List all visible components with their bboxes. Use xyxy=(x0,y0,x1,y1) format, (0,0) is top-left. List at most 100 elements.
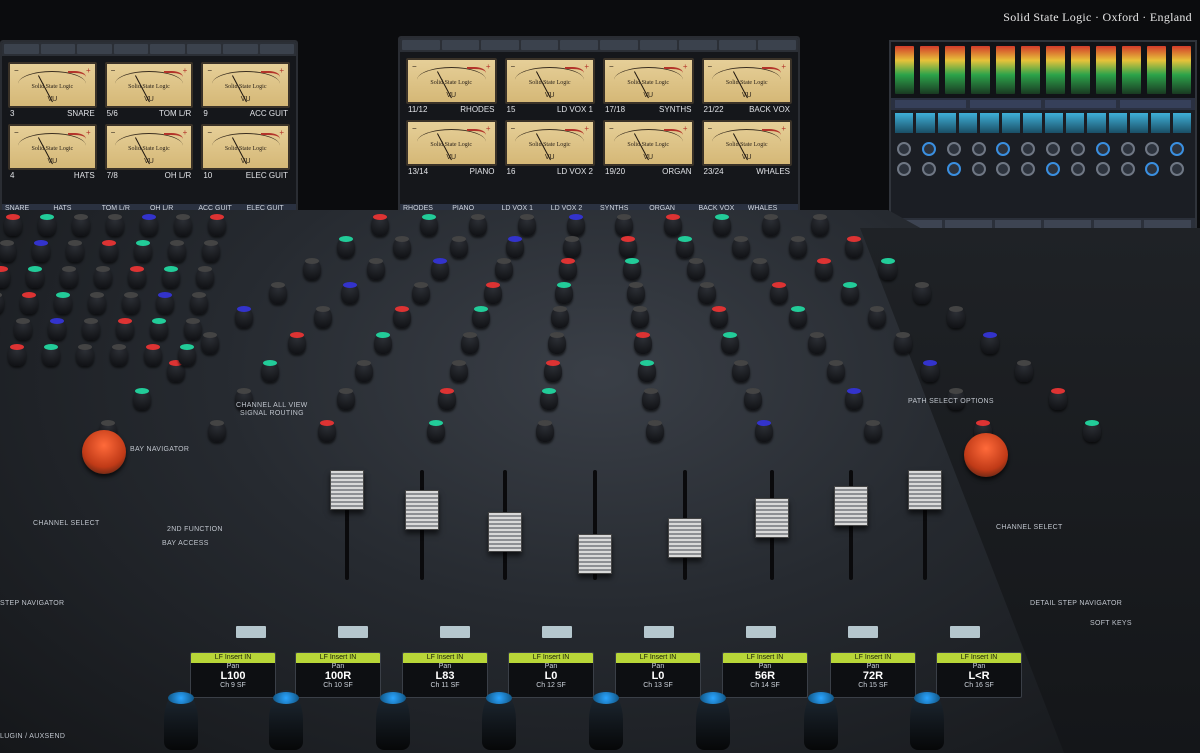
channel-knob[interactable] xyxy=(626,282,645,304)
channel-knob[interactable] xyxy=(336,388,355,410)
channel-fader[interactable] xyxy=(755,498,789,538)
channel-knob[interactable] xyxy=(133,388,151,410)
channel-knob[interactable] xyxy=(449,236,468,258)
channel-knob[interactable] xyxy=(76,344,94,366)
channel-knob[interactable] xyxy=(788,236,807,258)
channel-knob[interactable] xyxy=(82,318,100,340)
channel-knob[interactable] xyxy=(156,292,174,314)
channel-knob[interactable] xyxy=(845,236,863,258)
channel-knob[interactable] xyxy=(150,318,168,340)
channel-fader[interactable] xyxy=(330,470,364,510)
channel-knob[interactable] xyxy=(20,292,38,314)
channel-button[interactable] xyxy=(644,626,674,638)
channel-knob[interactable] xyxy=(845,388,864,410)
channel-knob[interactable] xyxy=(32,240,50,262)
channel-knob[interactable] xyxy=(427,420,445,442)
channel-knob[interactable] xyxy=(630,306,649,328)
channel-knob[interactable] xyxy=(721,332,739,354)
channel-knob[interactable] xyxy=(8,344,26,366)
channel-knob[interactable] xyxy=(184,318,202,340)
channel-knob[interactable] xyxy=(755,420,773,442)
channel-knob[interactable] xyxy=(920,360,939,382)
channel-knob[interactable] xyxy=(543,360,562,382)
channel-button[interactable] xyxy=(338,626,368,638)
channel-knob[interactable] xyxy=(751,258,769,280)
channel-knob[interactable] xyxy=(540,388,559,410)
channel-button[interactable] xyxy=(542,626,572,638)
channel-knob[interactable] xyxy=(638,360,657,382)
channel-knob[interactable] xyxy=(371,214,389,236)
channel-knob[interactable] xyxy=(4,214,22,236)
channel-knob[interactable] xyxy=(202,240,220,262)
channel-knob[interactable] xyxy=(879,258,897,280)
channel-knob[interactable] xyxy=(196,266,214,288)
channel-knob[interactable] xyxy=(168,240,186,262)
channel-knob[interactable] xyxy=(547,332,566,354)
channel-knob[interactable] xyxy=(619,236,638,258)
channel-knob[interactable] xyxy=(14,318,32,340)
channel-knob[interactable] xyxy=(867,306,886,328)
channel-fader[interactable] xyxy=(405,490,439,530)
channel-knob[interactable] xyxy=(559,258,577,280)
channel-knob[interactable] xyxy=(826,360,845,382)
channel-knob[interactable] xyxy=(1015,360,1033,382)
channel-knob[interactable] xyxy=(645,420,664,442)
channel-knob[interactable] xyxy=(623,258,641,280)
channel-knob[interactable] xyxy=(864,420,883,442)
channel-knob[interactable] xyxy=(412,282,431,304)
channel-knob[interactable] xyxy=(732,236,751,258)
channel-knob[interactable] xyxy=(894,332,913,354)
channel-knob[interactable] xyxy=(314,306,333,328)
channel-knob[interactable] xyxy=(675,236,694,258)
channel-knob[interactable] xyxy=(709,306,728,328)
channel-knob[interactable] xyxy=(38,214,56,236)
channel-knob[interactable] xyxy=(269,282,287,304)
channel-knob[interactable] xyxy=(788,306,807,328)
channel-fader[interactable] xyxy=(834,486,868,526)
channel-knob[interactable] xyxy=(1083,420,1101,442)
pan-encoder-knob[interactable] xyxy=(804,690,838,750)
channel-knob[interactable] xyxy=(472,306,491,328)
channel-knob[interactable] xyxy=(303,258,321,280)
channel-knob[interactable] xyxy=(134,240,152,262)
channel-knob[interactable] xyxy=(0,240,16,262)
pan-encoder-knob[interactable] xyxy=(589,690,623,750)
channel-knob[interactable] xyxy=(555,282,574,304)
channel-knob[interactable] xyxy=(190,292,208,314)
channel-knob[interactable] xyxy=(815,258,833,280)
channel-knob[interactable] xyxy=(981,332,999,354)
channel-knob[interactable] xyxy=(337,236,355,258)
channel-knob[interactable] xyxy=(687,258,705,280)
pan-encoder-knob[interactable] xyxy=(269,690,303,750)
channel-knob[interactable] xyxy=(100,240,118,262)
channel-knob[interactable] xyxy=(517,214,536,236)
channel-knob[interactable] xyxy=(122,292,140,314)
channel-fader[interactable] xyxy=(488,512,522,552)
channel-knob[interactable] xyxy=(732,360,751,382)
channel-knob[interactable] xyxy=(367,258,385,280)
channel-fader[interactable] xyxy=(908,470,942,510)
channel-knob[interactable] xyxy=(26,266,44,288)
channel-knob[interactable] xyxy=(566,214,585,236)
channel-knob[interactable] xyxy=(698,282,717,304)
left-orange-knob[interactable] xyxy=(82,430,126,474)
channel-knob[interactable] xyxy=(536,420,555,442)
channel-knob[interactable] xyxy=(54,292,72,314)
channel-knob[interactable] xyxy=(807,332,826,354)
channel-button[interactable] xyxy=(950,626,980,638)
channel-knob[interactable] xyxy=(106,214,124,236)
channel-knob[interactable] xyxy=(60,266,78,288)
channel-knob[interactable] xyxy=(72,214,90,236)
channel-knob[interactable] xyxy=(562,236,581,258)
pan-encoder-knob[interactable] xyxy=(164,690,198,750)
channel-knob[interactable] xyxy=(174,214,192,236)
channel-knob[interactable] xyxy=(374,332,393,354)
channel-button[interactable] xyxy=(848,626,878,638)
channel-knob[interactable] xyxy=(947,306,965,328)
channel-knob[interactable] xyxy=(483,282,502,304)
channel-knob[interactable] xyxy=(811,214,829,236)
right-orange-knob[interactable] xyxy=(964,433,1008,477)
channel-knob[interactable] xyxy=(88,292,106,314)
channel-knob[interactable] xyxy=(634,332,653,354)
channel-knob[interactable] xyxy=(393,236,412,258)
